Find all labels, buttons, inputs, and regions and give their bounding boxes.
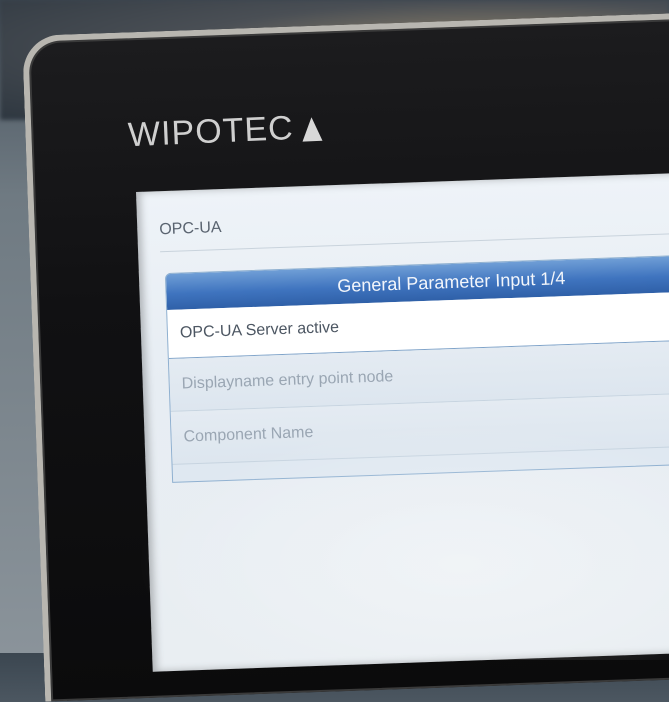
- triangle-logo-icon: [301, 116, 323, 142]
- title-divider: [160, 231, 669, 253]
- parameter-label: Displayname entry point node: [181, 368, 394, 393]
- page-title: OPC-UA: [159, 219, 222, 239]
- parameter-label: OPC-UA Server active: [179, 319, 340, 342]
- parameter-panel: General Parameter Input 1/4 OPC-UA Serve…: [164, 253, 669, 483]
- brand-name: WIPOTEC: [127, 109, 295, 155]
- touch-screen: OPC-UA General Parameter Input 1/4 OPC-U…: [136, 171, 669, 672]
- parameter-label: Component Name: [183, 423, 314, 446]
